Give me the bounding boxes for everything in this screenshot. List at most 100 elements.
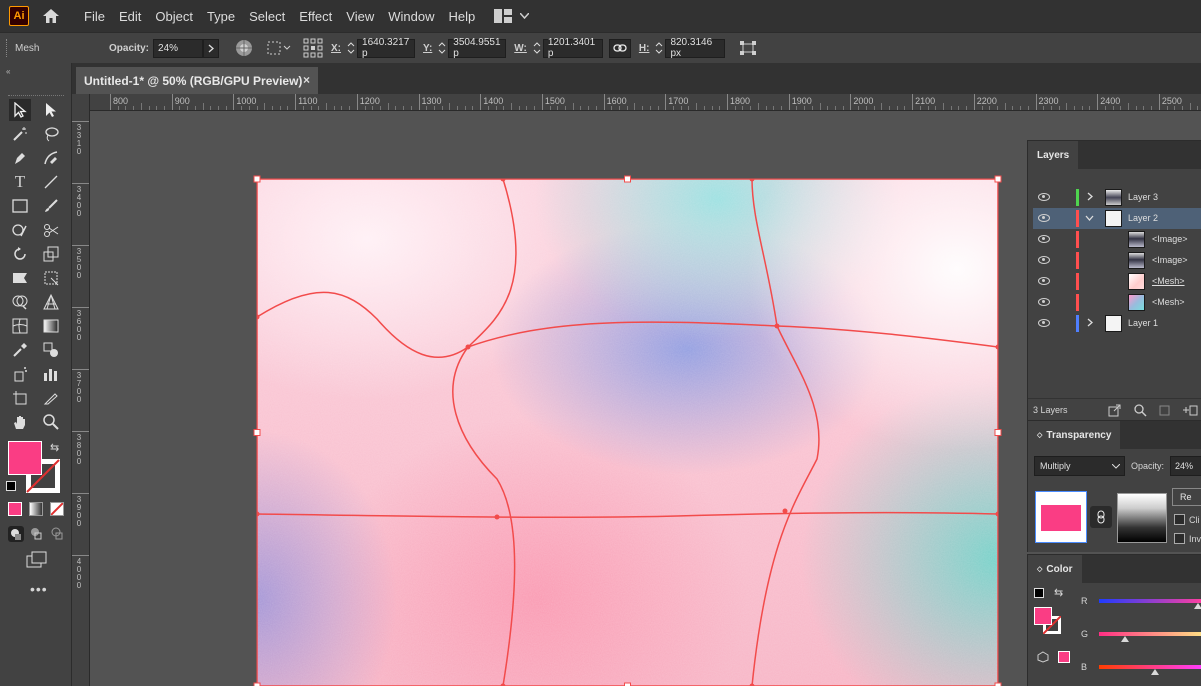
home-icon[interactable] — [41, 7, 61, 25]
recolor-artwork-icon[interactable] — [235, 39, 253, 57]
draw-normal-icon[interactable] — [8, 526, 24, 542]
width-tool-icon[interactable] — [9, 267, 31, 289]
scale-tool-icon[interactable] — [40, 243, 62, 265]
chevron-right-icon[interactable] — [1085, 318, 1094, 329]
magic-wand-tool-icon[interactable] — [9, 123, 31, 145]
draw-behind-icon[interactable] — [29, 526, 43, 540]
rotate-tool-icon[interactable] — [9, 243, 31, 265]
gradient-mode-button[interactable] — [29, 502, 43, 516]
export-icon[interactable] — [1108, 404, 1121, 417]
link-mask-button[interactable] — [1090, 506, 1112, 528]
g-slider[interactable] — [1099, 632, 1201, 636]
screen-mode-icon[interactable] — [26, 551, 48, 569]
close-icon[interactable]: × — [303, 73, 310, 87]
lock-toggle[interactable] — [1059, 253, 1071, 267]
selection-bounding-box[interactable] — [250, 170, 1010, 686]
pen-tool-icon[interactable] — [9, 147, 31, 169]
hand-tool-icon[interactable] — [9, 411, 31, 433]
menu-effect[interactable]: Effect — [292, 9, 339, 24]
chevron-right-icon[interactable] — [1085, 192, 1094, 203]
constrain-proportions-button[interactable] — [608, 38, 631, 58]
mesh-tool-icon[interactable] — [9, 315, 31, 337]
release-button[interactable]: Re — [1172, 488, 1201, 506]
sublayer-row[interactable]: <Mesh> — [1033, 292, 1201, 313]
workspace-switcher[interactable] — [494, 9, 530, 23]
symbol-sprayer-tool-icon[interactable] — [9, 363, 31, 385]
none-mode-button[interactable] — [50, 502, 64, 516]
menu-type[interactable]: Type — [200, 9, 242, 24]
lasso-tool-icon[interactable] — [40, 123, 62, 145]
opacity-field[interactable]: 24% — [1170, 456, 1201, 476]
r-slider[interactable] — [1099, 599, 1201, 603]
resize-handle[interactable] — [994, 429, 1002, 436]
layer-name[interactable]: Layer 2 — [1128, 213, 1158, 223]
lock-toggle[interactable] — [1059, 316, 1071, 330]
menu-window[interactable]: Window — [381, 9, 441, 24]
x-stepper[interactable] — [345, 39, 357, 58]
resize-handle[interactable] — [253, 175, 261, 183]
color-fill-swatch[interactable] — [1034, 607, 1052, 625]
layer-name[interactable]: Layer 1 — [1128, 318, 1158, 328]
color-mode-button[interactable] — [8, 502, 22, 516]
blend-mode-select[interactable]: Multiply — [1034, 456, 1125, 476]
opacity-field[interactable]: 24% — [153, 38, 204, 58]
resize-handle[interactable] — [994, 175, 1002, 183]
clipping-mask-icon[interactable] — [1158, 404, 1171, 417]
layer-row[interactable]: Layer 2 — [1033, 208, 1201, 229]
artboard-tool-icon[interactable] — [9, 387, 31, 409]
grip-handle[interactable] — [6, 39, 10, 57]
menu-view[interactable]: View — [339, 9, 381, 24]
gradient-tool-icon[interactable] — [40, 315, 62, 337]
scissors-tool-icon[interactable] — [40, 219, 62, 241]
fill-swatch[interactable] — [8, 441, 42, 475]
b-slider-knob[interactable] — [1151, 669, 1160, 675]
visibility-eye-icon[interactable] — [1038, 319, 1050, 327]
object-thumbnail[interactable] — [1035, 491, 1087, 543]
line-tool-icon[interactable] — [40, 171, 62, 193]
vertical-ruler[interactable]: 3310 3400 3500 3600 3700 3800 3900 4000 — [72, 94, 90, 686]
visibility-eye-icon[interactable] — [1038, 214, 1050, 222]
direct-selection-tool-icon[interactable] — [40, 99, 62, 121]
rectangle-tool-icon[interactable] — [9, 195, 31, 217]
x-field[interactable]: 1640.3217 p — [357, 37, 416, 59]
draw-inside-icon[interactable] — [50, 526, 64, 540]
shaper-tool-icon[interactable] — [9, 219, 31, 241]
chevron-down-icon[interactable] — [1085, 213, 1094, 224]
y-stepper[interactable] — [436, 39, 448, 58]
lock-toggle[interactable] — [1059, 274, 1071, 288]
layer-row[interactable]: Layer 3 — [1033, 187, 1201, 208]
perspective-grid-tool-icon[interactable] — [40, 291, 62, 313]
swap-fill-stroke-icon[interactable]: ⇆ — [1054, 586, 1063, 599]
layer-name[interactable]: <Mesh> — [1152, 297, 1185, 307]
visibility-eye-icon[interactable] — [1038, 235, 1050, 243]
transform-icon[interactable] — [739, 40, 757, 56]
shape-builder-tool-icon[interactable] — [9, 291, 31, 313]
h-stepper[interactable] — [653, 39, 665, 58]
layer-name[interactable]: <Mesh> — [1152, 276, 1185, 286]
b-slider[interactable] — [1099, 665, 1201, 669]
resize-handle[interactable] — [253, 429, 261, 436]
menu-help[interactable]: Help — [441, 9, 482, 24]
zoom-tool-icon[interactable] — [40, 411, 62, 433]
visibility-eye-icon[interactable] — [1038, 193, 1050, 201]
menu-file[interactable]: File — [77, 9, 112, 24]
layer-row[interactable]: Layer 1 — [1033, 313, 1201, 334]
menu-object[interactable]: Object — [148, 9, 200, 24]
sublayer-row[interactable]: <Image> — [1033, 229, 1201, 250]
tab-layers[interactable]: Layers — [1028, 141, 1079, 169]
default-colors-icon[interactable] — [1034, 588, 1044, 598]
tab-color[interactable]: ◇ Color — [1028, 555, 1082, 583]
menu-select[interactable]: Select — [242, 9, 292, 24]
layer-name[interactable]: <Image> — [1152, 234, 1188, 244]
h-field[interactable]: 820.3146 px — [665, 37, 726, 59]
lock-toggle[interactable] — [1059, 295, 1071, 309]
slice-tool-icon[interactable] — [40, 387, 62, 409]
clip-checkbox[interactable] — [1174, 514, 1185, 525]
paintbrush-tool-icon[interactable] — [40, 195, 62, 217]
tab-transparency[interactable]: ◇ Transparency — [1028, 421, 1121, 449]
sublayer-row[interactable]: <Image> — [1033, 250, 1201, 271]
swap-fill-stroke-icon[interactable]: ⇆ — [50, 441, 59, 454]
sublayer-row[interactable]: <Mesh> — [1033, 271, 1201, 292]
new-sublayer-icon[interactable] — [1182, 404, 1198, 417]
lock-toggle[interactable] — [1059, 232, 1071, 246]
